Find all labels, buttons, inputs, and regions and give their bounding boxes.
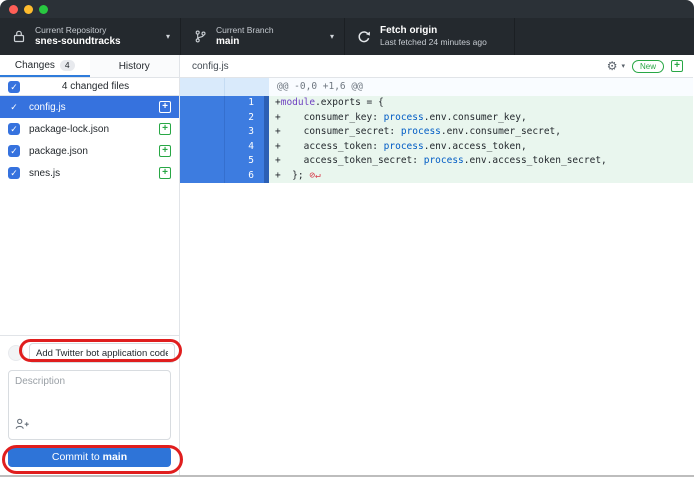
file-added-icon: + (159, 101, 171, 113)
diff-hunk-header: @@ -0,0 +1,6 @@ (180, 78, 693, 96)
file-row[interactable]: ✓ config.js + (0, 96, 179, 118)
commit-branch-name: main (103, 451, 128, 463)
file-row[interactable]: ✓ snes.js + (0, 162, 179, 184)
diff-line-content: + consumer_secret: process.env.consumer_… (269, 125, 693, 140)
file-name: config.js (29, 102, 150, 113)
repository-label: Current Repository (35, 25, 121, 36)
select-all-checkbox[interactable]: ✓ (8, 81, 20, 93)
changes-count-badge: 4 (60, 60, 75, 71)
add-coauthor-icon[interactable] (15, 417, 30, 435)
diff-line[interactable]: 4 + access_token: process.env.access_toke… (180, 140, 693, 155)
minimize-window-button[interactable] (24, 5, 33, 14)
line-number: 3 (224, 125, 264, 140)
file-row[interactable]: ✓ package.json + (0, 140, 179, 162)
gear-icon[interactable]: ⚙ (607, 60, 618, 72)
diff-file-name: config.js (192, 61, 607, 72)
diff-line[interactable]: 6 + }; ⊘↵ (180, 169, 693, 184)
current-branch-button[interactable]: Current Branch main ▾ (181, 18, 345, 55)
repository-name: snes-soundtracks (35, 36, 121, 49)
new-file-badge: New (632, 60, 664, 73)
hunk-range-text: @@ -0,0 +1,6 @@ (269, 78, 693, 96)
tab-changes[interactable]: Changes 4 (0, 55, 90, 77)
diff-line[interactable]: 5 + access_token_secret: process.env.acce… (180, 154, 693, 169)
changed-files-label: 4 changed files (20, 81, 171, 92)
commit-panel: Commit to main (0, 335, 179, 475)
line-number: 2 (224, 111, 264, 126)
diff-line-content: + }; ⊘↵ (269, 169, 693, 184)
diff-line-content: + consumer_key: process.env.consumer_key… (269, 111, 693, 126)
fetch-subtitle: Last fetched 24 minutes ago (380, 37, 487, 48)
diff-pane: config.js ⚙ ▾ New + @@ -0,0 +1,6 @@ 1 +mo… (180, 55, 693, 475)
commit-summary-input[interactable] (29, 343, 175, 363)
traffic-lights[interactable] (9, 5, 48, 14)
chevron-down-icon: ▾ (330, 32, 334, 41)
branch-label: Current Branch (216, 25, 274, 36)
diff-line[interactable]: 3 + consumer_secret: process.env.consumer… (180, 125, 693, 140)
line-number: 1 (224, 96, 264, 111)
zoom-window-button[interactable] (39, 5, 48, 14)
diff-line[interactable]: 2 + consumer_key: process.env.consumer_ke… (180, 111, 693, 126)
file-checkbox[interactable]: ✓ (8, 167, 20, 179)
file-name: package.json (29, 146, 150, 157)
changed-file-list: ✓ config.js + ✓ package-lock.json + ✓ package.j… (0, 96, 179, 184)
toolbar: Current Repository snes-soundtracks ▾ Cu… (0, 18, 694, 55)
file-name: snes.js (29, 168, 150, 179)
chevron-down-icon[interactable]: ▾ (621, 62, 625, 70)
diff-file-header: config.js ⚙ ▾ New + (180, 55, 693, 78)
chevron-down-icon: ▾ (166, 32, 170, 41)
commit-button[interactable]: Commit to main (8, 447, 171, 467)
branch-name: main (216, 36, 274, 49)
current-repository-button[interactable]: Current Repository snes-soundtracks ▾ (0, 18, 181, 55)
select-all-row: ✓ 4 changed files (0, 78, 179, 96)
git-branch-icon (193, 30, 207, 43)
commit-description-input[interactable] (9, 371, 170, 419)
sync-icon (357, 30, 371, 44)
changes-sidebar: Changes 4 History ✓ 4 changed files ✓ con… (0, 55, 180, 475)
file-checkbox[interactable]: ✓ (8, 145, 20, 157)
diff-line-content: + access_token: process.env.access_token… (269, 140, 693, 155)
sidebar-tabbar: Changes 4 History (0, 55, 179, 78)
tab-history[interactable]: History (90, 55, 180, 77)
diff-line[interactable]: 1 +module.exports = { (180, 96, 693, 111)
file-added-icon: + (671, 60, 683, 72)
diff-lines: 1 +module.exports = { 2 + consumer_key: pro… (180, 96, 693, 183)
fetch-title: Fetch origin (380, 25, 487, 38)
github-desktop-window: Current Repository snes-soundtracks ▾ Cu… (0, 0, 694, 477)
avatar (8, 345, 24, 361)
sidebar-empty-space (0, 184, 179, 335)
fetch-origin-button[interactable]: Fetch origin Last fetched 24 minutes ago (345, 18, 515, 55)
line-number: 4 (224, 140, 264, 155)
file-name: package-lock.json (29, 124, 150, 135)
file-checkbox[interactable]: ✓ (8, 101, 20, 113)
file-added-icon: + (159, 123, 171, 135)
diff-line-content: +module.exports = { (269, 96, 693, 111)
file-added-icon: + (159, 167, 171, 179)
file-checkbox[interactable]: ✓ (8, 123, 20, 135)
close-window-button[interactable] (9, 5, 18, 14)
diff-line-content: + access_token_secret: process.env.acces… (269, 154, 693, 169)
file-row[interactable]: ✓ package-lock.json + (0, 118, 179, 140)
line-number: 6 (224, 169, 264, 184)
lock-icon (12, 30, 26, 43)
file-added-icon: + (159, 145, 171, 157)
titlebar (0, 0, 694, 18)
diff-empty-area (180, 183, 693, 475)
line-number: 5 (224, 154, 264, 169)
